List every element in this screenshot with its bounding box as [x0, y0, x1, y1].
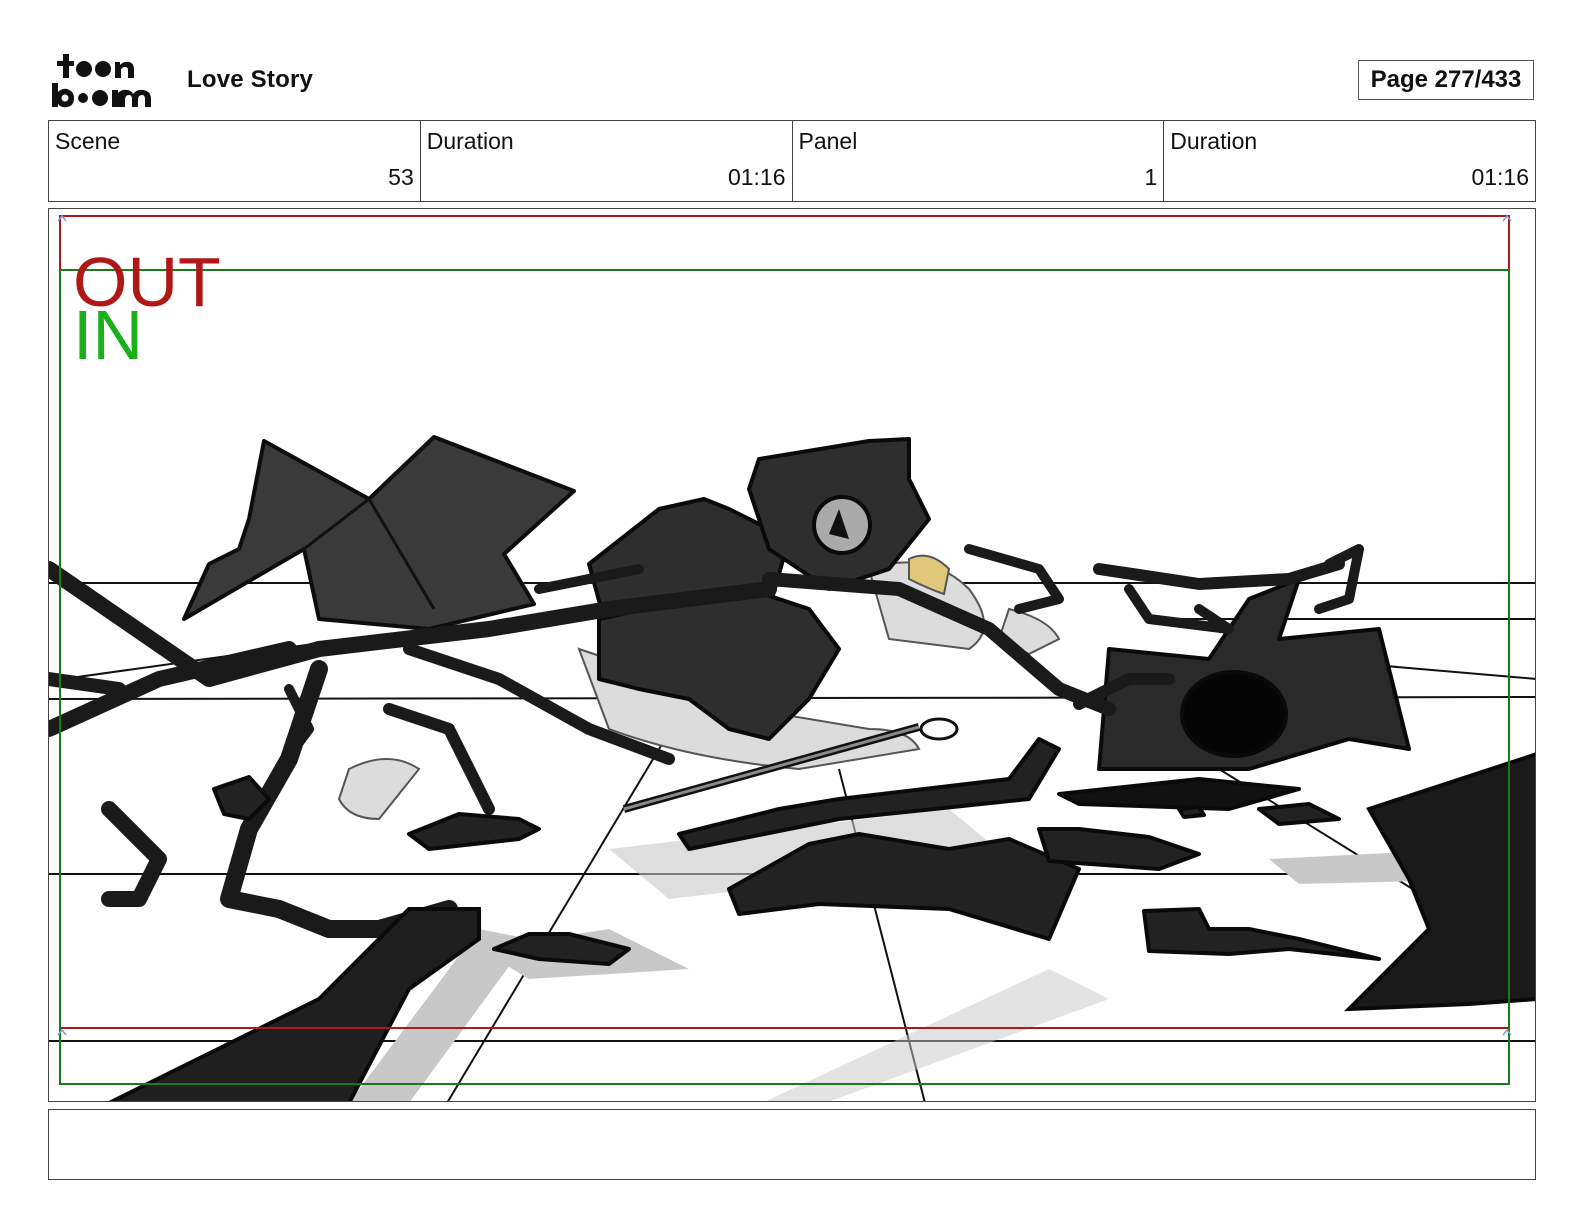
scene-info-table: Scene 53 Duration 01:16 Panel 1 Duration…	[48, 120, 1536, 202]
scene-label: Scene	[55, 128, 121, 154]
in-label: IN	[73, 296, 143, 374]
scene-cell: Scene 53	[49, 121, 421, 201]
scene-duration-cell: Duration 01:16	[421, 121, 793, 201]
scene-duration-label: Duration	[426, 128, 514, 154]
panel-duration-label: Duration	[1170, 128, 1258, 154]
toon-boom-logo	[52, 52, 164, 110]
panel-value: 1	[1144, 164, 1158, 190]
panel-notes-box	[48, 1109, 1536, 1180]
panel-duration-value: 01:16	[1471, 164, 1529, 190]
page-indicator: Page 277/433	[1358, 60, 1534, 100]
scene-duration-value: 01:16	[727, 164, 786, 190]
project-title: Love Story	[187, 66, 314, 93]
scene-value: 53	[388, 164, 414, 190]
panel-duration-cell: Duration 01:16	[1164, 121, 1535, 201]
panel-label: Panel	[798, 128, 858, 154]
broken-umbrella-left	[182, 435, 576, 631]
storyboard-panel: OUT IN	[48, 208, 1536, 1102]
panel-drawing: OUT IN	[49, 214, 1535, 1101]
panel-cell: Panel 1	[793, 121, 1165, 201]
